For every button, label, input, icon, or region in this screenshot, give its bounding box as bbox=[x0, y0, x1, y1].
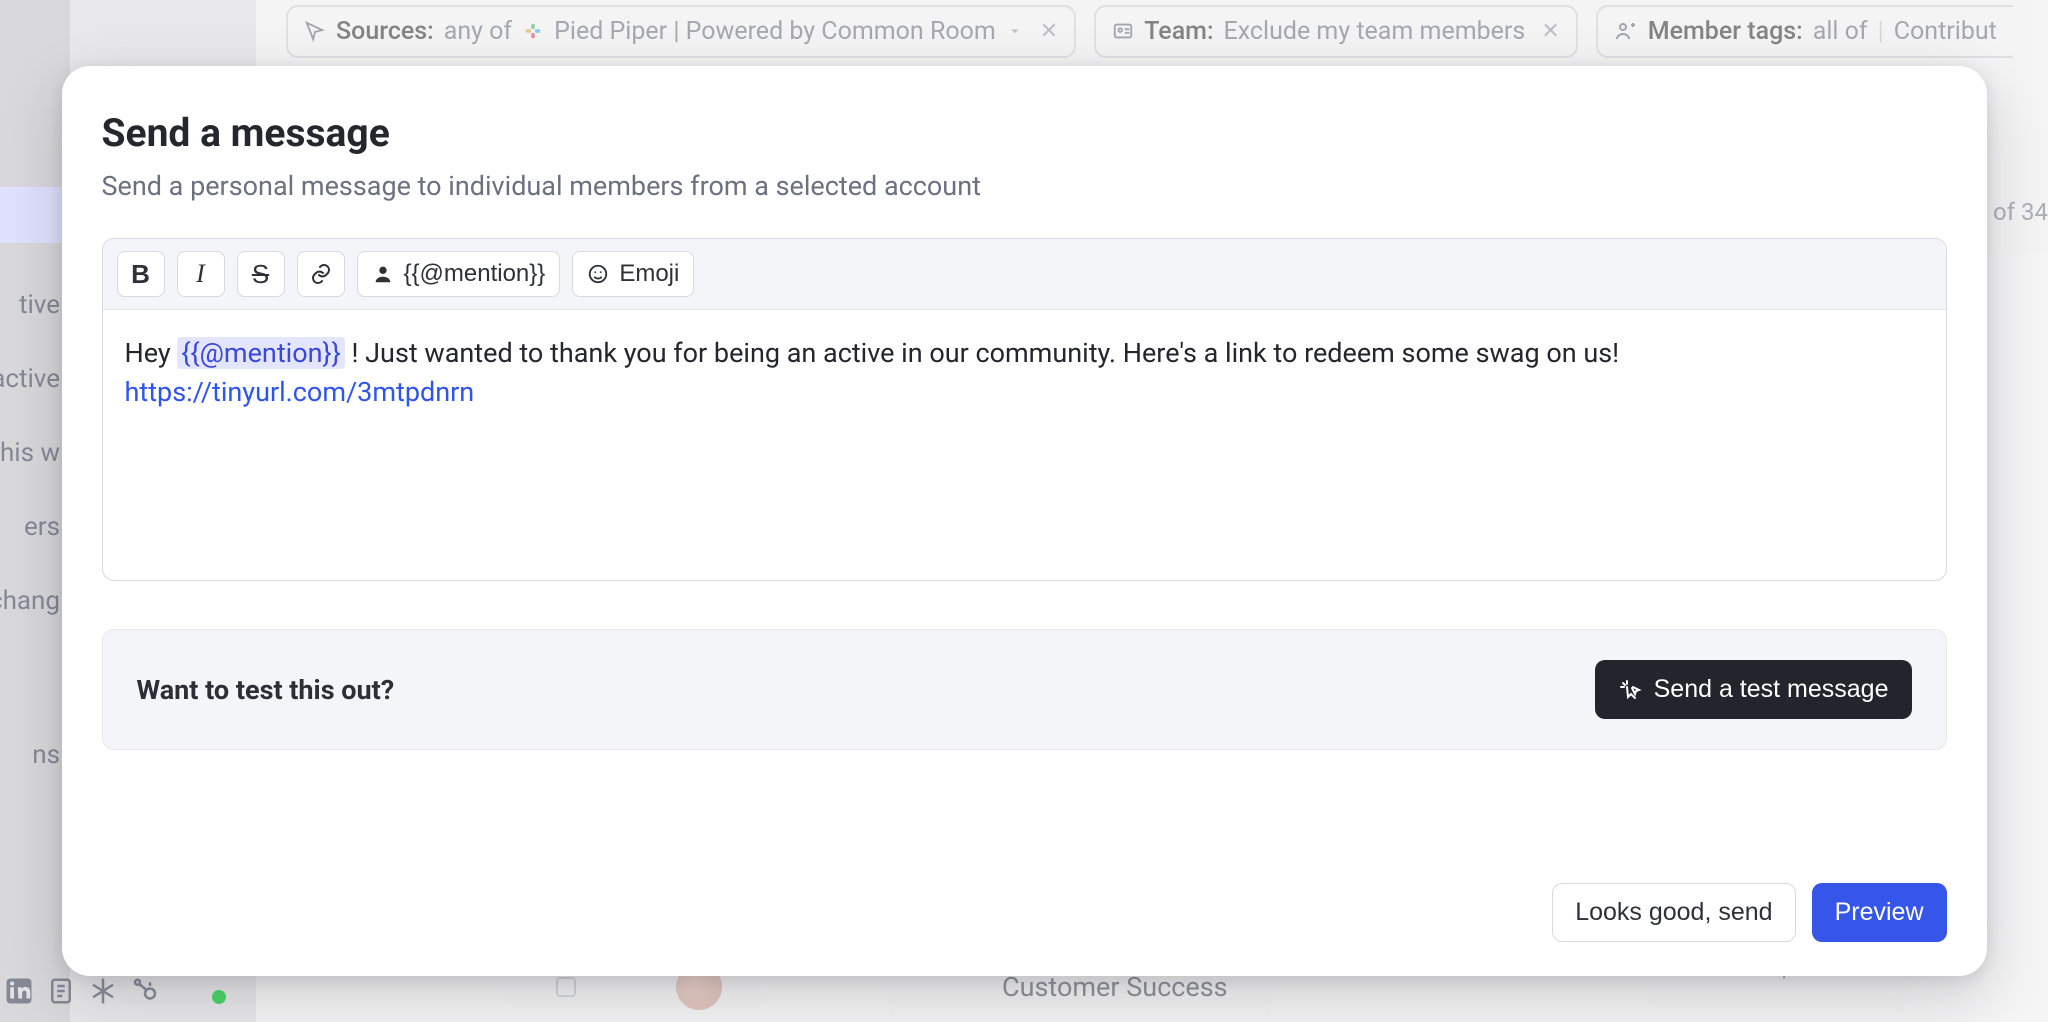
test-prompt: Want to test this out? bbox=[137, 674, 395, 706]
link-button[interactable] bbox=[297, 251, 345, 297]
send-message-modal: Send a message Send a personal message t… bbox=[62, 66, 1987, 976]
emoji-button-label: Emoji bbox=[619, 260, 679, 288]
modal-subtitle: Send a personal message to individual me… bbox=[102, 170, 1947, 202]
cursor-click-icon bbox=[1618, 678, 1642, 702]
bold-button[interactable]: B bbox=[117, 251, 165, 297]
test-message-panel: Want to test this out? Send a test messa… bbox=[102, 629, 1947, 750]
send-test-label: Send a test message bbox=[1654, 675, 1889, 704]
send-test-message-button[interactable]: Send a test message bbox=[1595, 660, 1912, 719]
link-icon bbox=[309, 262, 333, 286]
send-button-label: Looks good, send bbox=[1575, 898, 1772, 927]
italic-button[interactable]: I bbox=[177, 251, 225, 297]
message-link[interactable]: https://tinyurl.com/3mtpdnrn bbox=[125, 376, 475, 408]
emoji-button[interactable]: Emoji bbox=[572, 251, 694, 297]
preview-button-label: Preview bbox=[1835, 898, 1924, 927]
message-text: ! Just wanted to thank you for being an … bbox=[352, 337, 1620, 369]
mention-token[interactable]: {{@mention}} bbox=[177, 337, 344, 369]
modal-overlay: Send a message Send a personal message t… bbox=[0, 0, 2048, 1022]
emoji-icon bbox=[587, 263, 609, 285]
strikethrough-button[interactable]: S bbox=[237, 251, 285, 297]
message-editor: B I S {{@mention}} Emoji Hey {{@mention}… bbox=[102, 238, 1947, 581]
person-icon bbox=[372, 263, 394, 285]
modal-title: Send a message bbox=[102, 110, 1947, 156]
mention-button-label: {{@mention}} bbox=[404, 260, 546, 288]
editor-textarea[interactable]: Hey {{@mention}} ! Just wanted to thank … bbox=[103, 310, 1946, 580]
send-button[interactable]: Looks good, send bbox=[1552, 883, 1795, 942]
editor-toolbar: B I S {{@mention}} Emoji bbox=[103, 239, 1946, 310]
message-text: Hey bbox=[125, 337, 178, 369]
preview-button[interactable]: Preview bbox=[1812, 883, 1947, 942]
modal-actions: Looks good, send Preview bbox=[102, 843, 1947, 942]
mention-button[interactable]: {{@mention}} bbox=[357, 251, 561, 297]
